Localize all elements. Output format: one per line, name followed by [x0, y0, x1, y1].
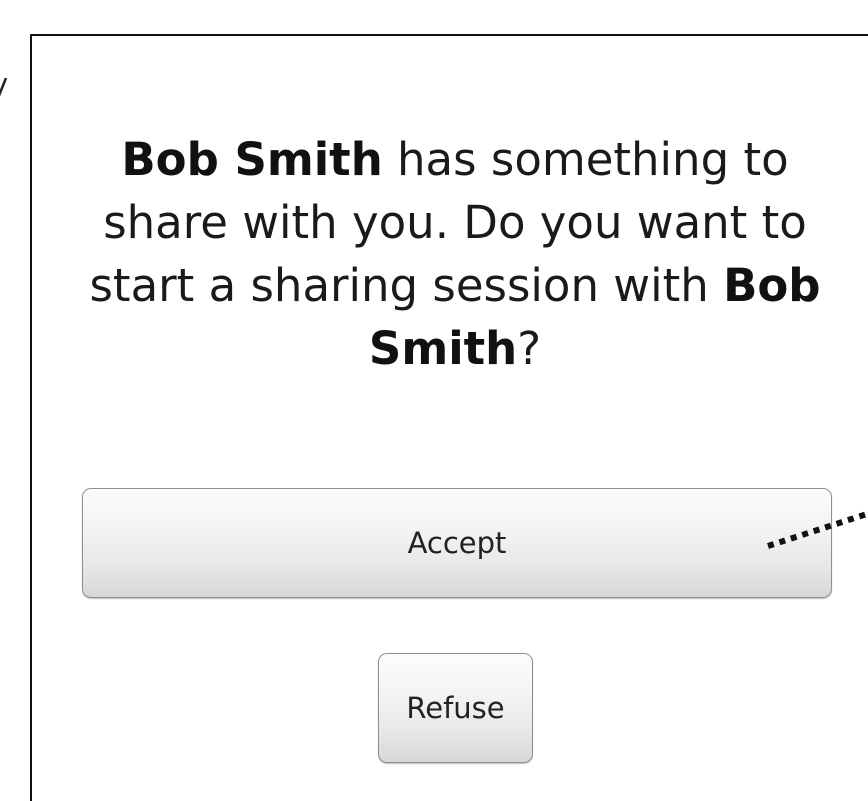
share-request-message: Bob Smith has something to share with yo… — [52, 128, 858, 380]
dotted-callout-line — [767, 510, 868, 549]
edge-line-fragment — [0, 78, 8, 97]
question-mark: ? — [517, 322, 542, 375]
share-request-dialog: Bob Smith has something to share with yo… — [30, 34, 868, 801]
refuse-button[interactable]: Refuse — [378, 653, 533, 763]
accept-button-label: Accept — [407, 526, 507, 560]
screenshot-stage: Bob Smith has something to share with yo… — [0, 0, 868, 801]
refuse-button-label: Refuse — [406, 691, 505, 725]
accept-button[interactable]: Accept — [82, 488, 832, 598]
sender-name: Bob Smith — [121, 133, 383, 186]
